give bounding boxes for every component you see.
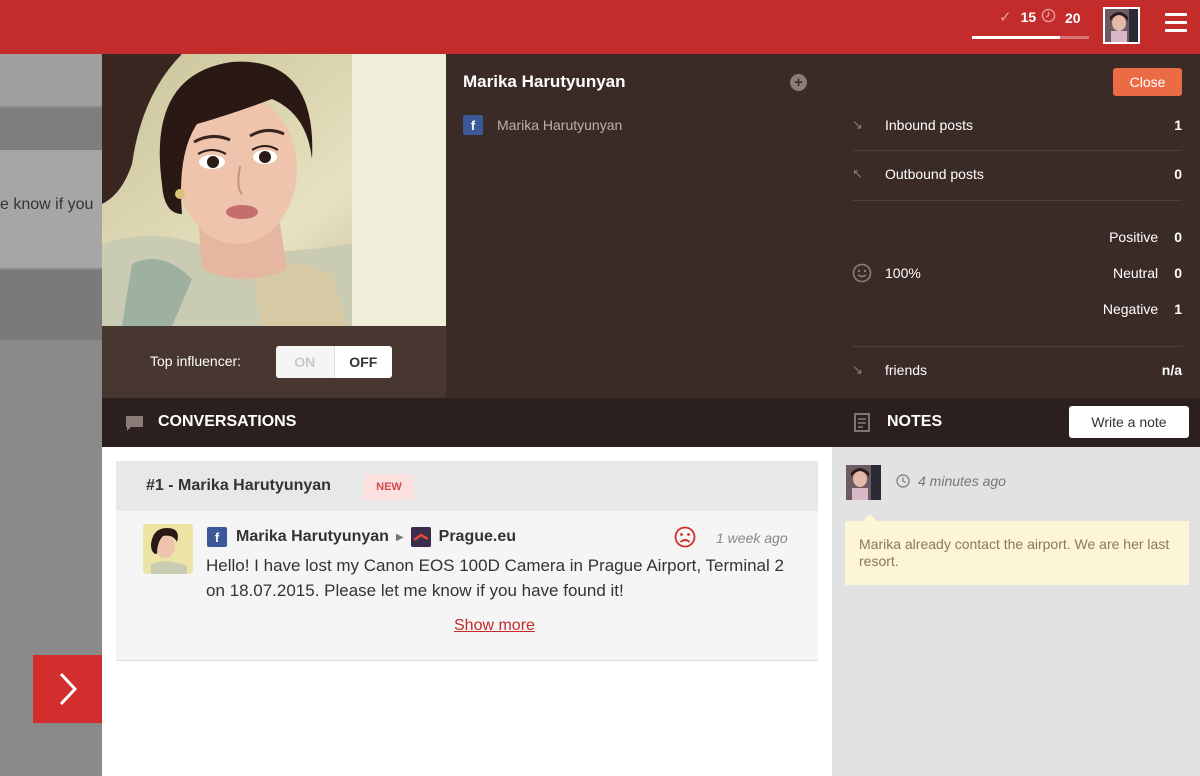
sentiment-percent: 100% [885, 265, 921, 281]
friends-label: friends [885, 362, 928, 378]
clock-icon [1041, 8, 1056, 27]
top-bar: ✓ 15 20 [0, 0, 1200, 54]
sad-face-icon [674, 526, 696, 548]
message-page[interactable]: Prague.eu [439, 528, 516, 546]
hamburger-menu-icon[interactable] [1165, 13, 1187, 33]
arrow-up-left-icon: ↖ [852, 166, 863, 181]
user-avatar[interactable] [1103, 7, 1140, 44]
notes-title: NOTES [887, 413, 943, 430]
triangle-right-icon: ▶ [395, 531, 404, 543]
message-avatar [143, 524, 193, 574]
background-band [0, 108, 102, 150]
message-meta: f Marika Harutyunyan ▶ Prague.eu [207, 527, 516, 547]
check-icon: ✓ [999, 9, 1012, 26]
negative-label: Negative [1102, 301, 1159, 317]
negative-value: 1 [1174, 301, 1182, 317]
notes-area: 4 minutes ago Marika already contact the… [832, 447, 1200, 776]
neutral-row: Neutral 0 [1113, 265, 1182, 281]
new-badge: NEW [364, 474, 414, 500]
close-button[interactable]: Close [1113, 68, 1182, 96]
positive-label: Positive [1109, 229, 1159, 245]
inbound-posts-value: 1 [1174, 117, 1182, 133]
conversation-card[interactable]: #1 - Marika Harutyunyan NEW f Marika Har… [116, 461, 818, 661]
message-time: 1 week ago [716, 530, 788, 546]
toggle-off-option[interactable]: OFF [333, 346, 393, 378]
chevron-right-icon [59, 672, 77, 706]
divider [852, 200, 1182, 201]
friends-value: n/a [1161, 362, 1182, 378]
arrow-down-right-icon: ↘ [852, 117, 863, 132]
top-influencer-label: Top influencer: [150, 353, 242, 369]
smiley-icon [852, 263, 872, 283]
message-text: Hello! I have lost my Canon EOS 100D Cam… [206, 556, 784, 600]
divider [852, 346, 1182, 347]
conversations-area: #1 - Marika Harutyunyan NEW f Marika Har… [102, 447, 832, 776]
background-text: e know if you [0, 196, 94, 213]
show-more-link[interactable]: Show more [454, 617, 535, 635]
message-author[interactable]: Marika Harutyunyan [236, 528, 389, 546]
chat-bubble-icon [126, 416, 143, 431]
conversation-title: #1 - Marika Harutyunyan [146, 477, 331, 494]
facebook-icon: f [207, 527, 227, 547]
outbound-posts-label: Outbound posts [885, 166, 984, 182]
resolved-counter[interactable]: ✓ 15 [999, 8, 1036, 26]
expand-panel-button[interactable] [33, 655, 102, 723]
conversation-card-header[interactable]: #1 - Marika Harutyunyan NEW [116, 461, 818, 511]
top-influencer-bar: Top influencer: ON OFF [102, 326, 446, 398]
pending-counter[interactable]: 20 [1041, 8, 1081, 27]
notepad-icon [854, 413, 870, 432]
write-note-button[interactable]: Write a note [1069, 406, 1189, 438]
divider [852, 150, 1182, 151]
inbound-posts-label: Inbound posts [885, 117, 973, 133]
neutral-label: Neutral [1112, 265, 1159, 281]
facebook-account-name: Marika Harutyunyan [497, 117, 623, 133]
page-logo-icon [410, 527, 431, 547]
pending-count: 20 [1065, 9, 1081, 26]
neutral-value: 0 [1174, 265, 1182, 281]
toggle-on-option[interactable]: ON [276, 346, 334, 378]
profile-name: Marika Harutyunyan [463, 72, 626, 91]
background-band [0, 270, 102, 340]
note-bubble: Marika already contact the airport. We a… [845, 514, 1189, 585]
profile-info-panel: Marika Harutyunyan + f Marika Harutyunya… [446, 54, 832, 398]
notes-header: NOTES Write a note [832, 398, 1200, 447]
plus-circle-icon[interactable]: + [790, 74, 807, 91]
profile-photo [102, 54, 446, 326]
conversations-header: CONVERSATIONS [102, 398, 832, 447]
facebook-icon: f [463, 115, 483, 135]
note-author-avatar [846, 465, 881, 500]
negative-row: Negative 1 [1103, 301, 1182, 317]
conversations-title: CONVERSATIONS [158, 413, 297, 430]
facebook-account[interactable]: f Marika Harutyunyan [463, 115, 622, 135]
clock-icon [896, 474, 910, 488]
resolved-count: 15 [1020, 9, 1037, 25]
top-influencer-toggle[interactable]: ON OFF [276, 346, 392, 378]
background-band [0, 54, 102, 106]
outbound-posts-value: 0 [1174, 166, 1182, 182]
arrow-down-right-icon: ↘ [852, 362, 863, 377]
positive-value: 0 [1174, 229, 1182, 245]
note-time: 4 minutes ago [918, 473, 1006, 489]
positive-row: Positive 0 [1109, 229, 1182, 245]
stats-panel: Close ↘ Inbound posts 1 ↖ Outbound posts… [832, 54, 1200, 398]
progress-fill [972, 36, 1060, 39]
progress-bar [972, 36, 1089, 39]
